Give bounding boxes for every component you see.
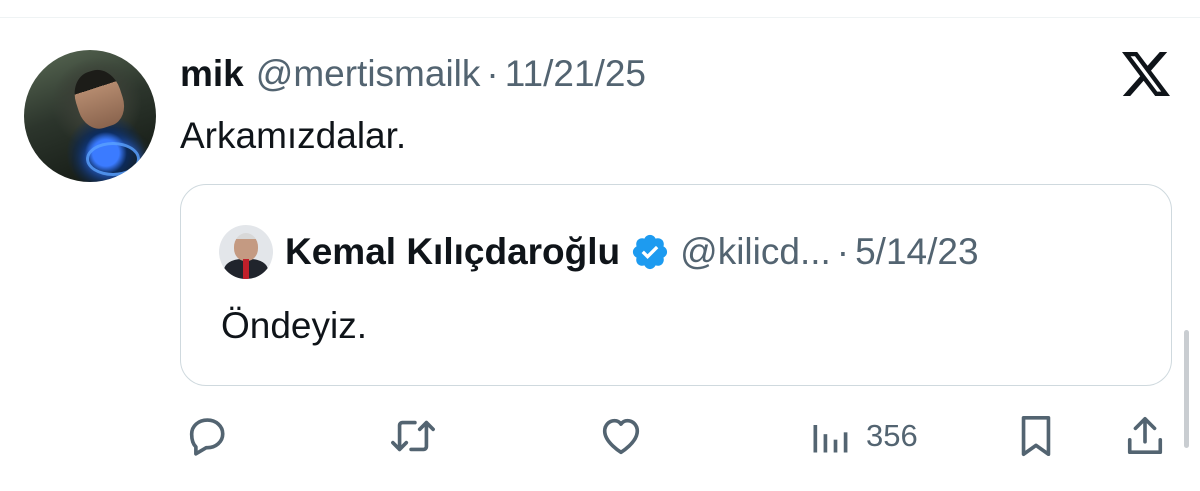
author-display-name[interactable]: mik bbox=[180, 52, 244, 96]
avatar-head bbox=[234, 233, 258, 261]
tweet-header: mik @mertismailk · 11/21/25 bbox=[180, 52, 646, 96]
quoted-tweet-text: Öndeyiz. bbox=[221, 305, 368, 346]
views-count: 356 bbox=[866, 418, 918, 453]
reply-button[interactable] bbox=[184, 412, 230, 460]
share-button[interactable] bbox=[1124, 412, 1166, 460]
retweet-button[interactable] bbox=[388, 412, 438, 460]
author-handle[interactable]: @mertismailk bbox=[256, 52, 481, 96]
quoted-author-handle[interactable]: @kilicd... bbox=[680, 229, 831, 275]
quoted-author-display-name[interactable]: Kemal Kılıçdaroğlu bbox=[285, 229, 620, 275]
reply-icon bbox=[189, 418, 225, 456]
avatar-tie bbox=[243, 259, 249, 279]
quoted-tweet-date[interactable]: 5/14/23 bbox=[855, 229, 978, 275]
bookmark-icon bbox=[1021, 415, 1051, 457]
quoted-tweet-card[interactable]: Kemal Kılıçdaroğlu @kilicd... · 5/14/23 … bbox=[180, 184, 1172, 386]
verified-badge-icon bbox=[633, 234, 668, 270]
scrollbar[interactable] bbox=[1184, 330, 1189, 448]
tweet-date[interactable]: 11/21/25 bbox=[505, 52, 646, 96]
views-button[interactable]: 356 bbox=[808, 412, 918, 460]
bookmark-button[interactable] bbox=[1016, 412, 1056, 460]
share-icon bbox=[1127, 417, 1163, 455]
avatar-face bbox=[68, 64, 130, 134]
quoted-author-avatar[interactable] bbox=[219, 225, 273, 279]
header-separator: · bbox=[486, 53, 499, 94]
quoted-tweet-header: Kemal Kılıçdaroğlu @kilicd... · 5/14/23 bbox=[285, 229, 979, 275]
like-button[interactable] bbox=[598, 412, 644, 460]
retweet-icon bbox=[391, 420, 435, 452]
quoted-header-separator: · bbox=[836, 231, 850, 272]
top-divider bbox=[0, 17, 1200, 18]
author-avatar[interactable] bbox=[24, 50, 156, 182]
tweet-text: Arkamızdalar. bbox=[180, 115, 407, 156]
avatar-flame bbox=[86, 142, 140, 176]
x-logo-icon bbox=[1122, 52, 1170, 96]
tweet-action-bar: 356 bbox=[0, 412, 1200, 460]
views-icon bbox=[813, 425, 848, 453]
heart-icon bbox=[602, 418, 640, 455]
